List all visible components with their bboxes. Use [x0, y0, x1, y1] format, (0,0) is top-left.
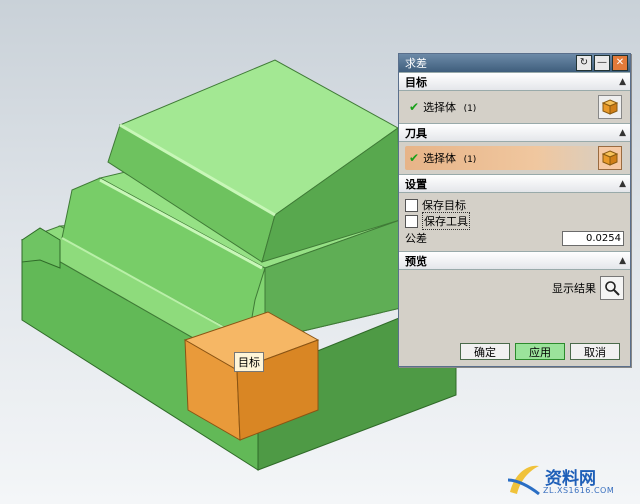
dialog-button-bar: 确定 应用 取消 [399, 343, 630, 360]
show-result-row: 显示结果 [405, 274, 624, 302]
section-preview-header[interactable]: 预览 ▲ [399, 251, 630, 270]
cube-icon [602, 150, 618, 166]
checkmark-icon: ✔ [409, 100, 420, 114]
keep-target-option[interactable]: 保存目标 [405, 197, 624, 213]
dialog-titlebar[interactable]: 求差 ↻ — ✕ [399, 54, 630, 72]
select-tool-body-row[interactable]: ✔ 选择体 (1) [405, 146, 624, 170]
keep-target-checkbox[interactable] [405, 198, 418, 212]
chevron-up-icon[interactable]: ▲ [619, 128, 626, 138]
ok-button[interactable]: 确定 [460, 343, 510, 360]
keep-tool-label: 保存工具 [422, 212, 470, 230]
chevron-up-icon[interactable]: ▲ [619, 77, 626, 87]
section-preview-title: 预览 [405, 254, 427, 268]
section-tool-title: 刀具 [405, 126, 427, 140]
section-target-body: ✔ 选择体 (1) [399, 91, 630, 123]
keep-tool-option[interactable]: 保存工具 [405, 212, 624, 230]
close-icon[interactable]: ✕ [612, 55, 628, 71]
chevron-up-icon[interactable]: ▲ [619, 179, 626, 189]
cancel-button[interactable]: 取消 [570, 343, 620, 360]
apply-button[interactable]: 应用 [515, 343, 565, 360]
reset-icon[interactable]: ↻ [576, 55, 592, 71]
subtract-dialog[interactable]: 求差 ↻ — ✕ 目标 ▲ ✔ 选择体 (1) 刀具 ▲ ✔ 选择体 (1) 设… [398, 53, 631, 367]
watermark: 资料网 ZL.XS1616.COM [505, 460, 635, 500]
select-body-label: 选择体 (1) [423, 152, 477, 165]
chevron-up-icon[interactable]: ▲ [619, 256, 626, 266]
checkmark-icon: ✔ [409, 151, 420, 165]
watermark-url: ZL.XS1616.COM [543, 486, 615, 495]
select-target-body-row[interactable]: ✔ 选择体 (1) [405, 95, 624, 119]
section-settings-header[interactable]: 设置 ▲ [399, 174, 630, 193]
show-result-label: 显示结果 [552, 282, 596, 295]
select-body-button[interactable] [598, 95, 622, 119]
section-target-header[interactable]: 目标 ▲ [399, 72, 630, 91]
tolerance-row: 公差 0.0254 [405, 229, 624, 247]
watermark-logo-icon [507, 465, 540, 496]
show-result-button[interactable] [600, 276, 624, 300]
tolerance-input[interactable]: 0.0254 [562, 230, 624, 246]
magnifier-icon [605, 281, 620, 296]
select-body-button[interactable] [598, 146, 622, 170]
dialog-title: 求差 [405, 57, 427, 70]
keep-tool-checkbox[interactable] [405, 214, 418, 228]
section-settings-body: 保存目标 保存工具 公差 0.0254 [399, 193, 630, 251]
select-body-label: 选择体 (1) [423, 101, 477, 114]
section-tool-body: ✔ 选择体 (1) [399, 142, 630, 174]
cube-icon [602, 99, 618, 115]
tolerance-label: 公差 [405, 232, 427, 245]
keep-target-label: 保存目标 [422, 199, 466, 212]
section-tool-header[interactable]: 刀具 ▲ [399, 123, 630, 142]
minimize-icon[interactable]: — [594, 55, 610, 71]
section-settings-title: 设置 [405, 177, 427, 191]
section-target-title: 目标 [405, 75, 427, 89]
target-tag: 目标 [234, 352, 264, 372]
section-preview-body: 显示结果 [399, 270, 630, 306]
